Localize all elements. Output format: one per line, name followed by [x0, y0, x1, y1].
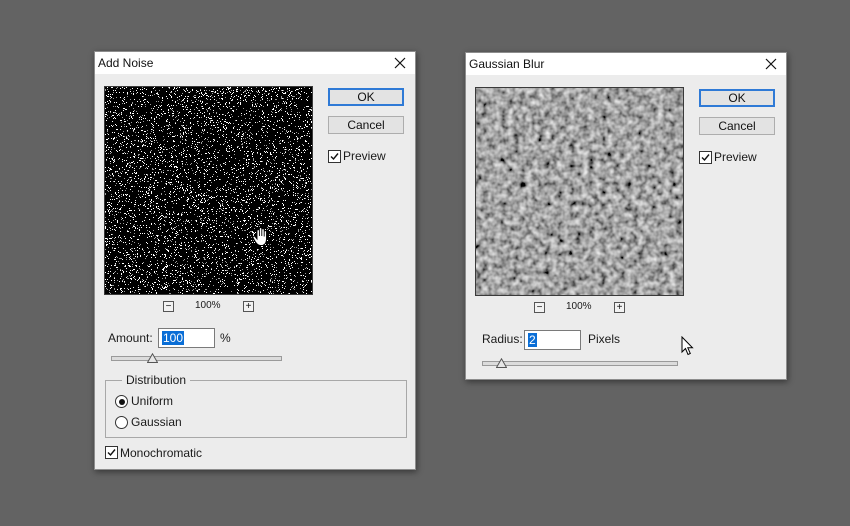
amount-unit: % [220, 331, 231, 345]
distribution-group: Distribution Uniform Gaussian [105, 373, 407, 438]
radius-slider[interactable] [482, 361, 678, 366]
monochromatic-checkbox[interactable] [105, 446, 118, 459]
gaussian-label: Gaussian [131, 415, 182, 429]
distribution-title: Distribution [122, 373, 191, 387]
uniform-radio-dot [118, 398, 125, 405]
amount-slider-thumb[interactable] [147, 353, 158, 363]
arrow-cursor-icon [681, 336, 694, 356]
radius-slider-thumb[interactable] [496, 358, 507, 368]
add-noise-zoom-level: 100% [195, 300, 221, 311]
gaussian-blur-titlebar[interactable]: Gaussian Blur [466, 53, 786, 75]
add-noise-preview-label: Preview [343, 149, 386, 163]
radius-unit: Pixels [588, 332, 621, 346]
add-noise-ok-button[interactable]: OK [328, 88, 404, 106]
gaussian-radio[interactable] [115, 416, 128, 429]
add-noise-zoom-out-button[interactable]: − [163, 301, 174, 312]
hand-cursor-icon [252, 227, 267, 246]
checkmark-icon [330, 153, 339, 161]
amount-input[interactable]: 100 [158, 328, 215, 348]
add-noise-close-button[interactable] [385, 52, 415, 74]
amount-label: Amount: [108, 331, 153, 345]
add-noise-titlebar[interactable]: Add Noise [95, 52, 415, 74]
add-noise-preview-checkbox[interactable] [328, 150, 341, 163]
gaussian-blur-preview[interactable] [475, 87, 684, 296]
gaussian-blur-zoom-out-button[interactable]: − [534, 302, 545, 313]
gaussian-blur-preview-label: Preview [714, 150, 757, 164]
gaussian-blur-preview-checkbox[interactable] [699, 151, 712, 164]
add-noise-preview[interactable] [104, 86, 313, 295]
monochromatic-label: Monochromatic [120, 446, 203, 460]
gaussian-blur-cancel-button[interactable]: Cancel [699, 117, 775, 135]
gaussian-blur-dialog: Gaussian Blur − 100% + OK Cancel Preview… [465, 52, 787, 380]
add-noise-title: Add Noise [98, 56, 154, 70]
zoom-out-icon: − [165, 301, 172, 312]
gaussian-blur-close-button[interactable] [756, 53, 786, 75]
gaussian-blur-zoom-level: 100% [566, 301, 592, 312]
gaussian-blur-title: Gaussian Blur [469, 57, 545, 71]
close-icon [394, 57, 406, 69]
amount-slider[interactable] [111, 356, 282, 361]
gaussian-blur-ok-button[interactable]: OK [699, 89, 775, 107]
radius-input[interactable]: 2 [524, 330, 581, 350]
uniform-radio[interactable] [115, 395, 128, 408]
checkmark-icon [107, 449, 116, 457]
add-noise-zoom-in-button[interactable]: + [243, 301, 254, 312]
zoom-in-icon: + [616, 302, 623, 313]
radius-value: 2 [528, 333, 537, 347]
add-noise-cancel-button[interactable]: Cancel [328, 116, 404, 134]
zoom-out-icon: − [536, 302, 543, 313]
amount-value: 100 [162, 331, 185, 345]
gaussian-blur-zoom-in-button[interactable]: + [614, 302, 625, 313]
zoom-in-icon: + [245, 301, 252, 312]
uniform-label: Uniform [131, 394, 174, 408]
add-noise-dialog: Add Noise − 100% + OK Cancel Preview Amo… [94, 51, 416, 470]
checkmark-icon [701, 154, 710, 162]
close-icon [765, 58, 777, 70]
radius-label: Radius: [482, 332, 523, 346]
